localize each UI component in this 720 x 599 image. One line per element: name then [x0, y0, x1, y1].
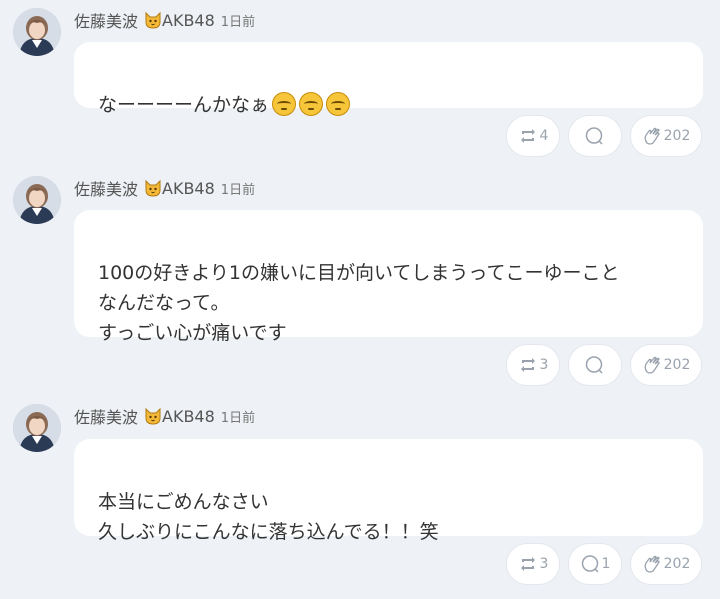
- post-time: 1日前: [220, 14, 256, 30]
- retweet-icon: [520, 358, 535, 372]
- clap-button[interactable]: 202: [630, 115, 702, 157]
- avatar[interactable]: [13, 8, 61, 56]
- retweet-icon: [520, 557, 535, 571]
- post-meta: 佐藤美波 AKB48 1日前: [74, 404, 255, 428]
- post-text: 100の好きより1の嫌いに目が向いてしまうってこーゆーこと なんだなって。 すっ…: [98, 262, 620, 344]
- clap-icon: [644, 356, 660, 374]
- clap-icon: [644, 127, 660, 145]
- pensive-face-icon: [272, 92, 297, 116]
- post-bubble: 100の好きより1の嫌いに目が向いてしまうってこーゆーこと なんだなって。 すっ…: [74, 210, 703, 344]
- post-time: 1日前: [220, 182, 256, 198]
- retweet-count: 3: [539, 357, 549, 373]
- post-meta: 佐藤美波 AKB48 1日前: [74, 8, 255, 32]
- post-bubble: なーーーーんかなぁ: [74, 42, 703, 116]
- avatar[interactable]: [13, 176, 61, 224]
- comment-icon: [585, 356, 603, 374]
- retweet-button[interactable]: 4: [506, 115, 560, 157]
- post-meta: 佐藤美波 AKB48 1日前: [74, 176, 255, 200]
- cat-face-icon: [144, 179, 162, 197]
- retweet-button[interactable]: 3: [506, 344, 560, 386]
- post-bubble: 本当にごめんなさい 久しぶりにこんなに落ち込んでる！！笑: [74, 439, 703, 543]
- post-actions: 3 202: [506, 344, 702, 386]
- avatar[interactable]: [13, 404, 61, 452]
- author-name[interactable]: 佐藤美波: [74, 8, 138, 32]
- comment-button[interactable]: [568, 115, 622, 157]
- pensive-face-icon: [299, 92, 324, 116]
- pensive-face-icon: [326, 92, 351, 116]
- retweet-count: 4: [539, 128, 549, 144]
- author-name[interactable]: 佐藤美波: [74, 404, 138, 428]
- group-name: AKB48: [162, 406, 215, 426]
- group-name: AKB48: [162, 178, 215, 198]
- post-actions: 3 1 202: [506, 543, 702, 585]
- comment-button[interactable]: [568, 344, 622, 386]
- clap-count: 202: [663, 556, 691, 572]
- clap-button[interactable]: 202: [630, 344, 702, 386]
- comment-button[interactable]: 1: [568, 543, 622, 585]
- retweet-icon: [520, 129, 535, 143]
- retweet-count: 3: [539, 556, 549, 572]
- post-text: 本当にごめんなさい 久しぶりにこんなに落ち込んでる！！笑: [98, 491, 439, 543]
- cat-face-icon: [144, 407, 162, 425]
- cat-face-icon: [144, 11, 162, 29]
- clap-button[interactable]: 202: [630, 543, 702, 585]
- retweet-button[interactable]: 3: [506, 543, 560, 585]
- comment-count: 1: [601, 556, 611, 572]
- group-name: AKB48: [162, 10, 215, 30]
- comment-icon: [585, 127, 603, 145]
- post-text: なーーーーんかなぁ: [98, 94, 270, 116]
- comment-icon: [581, 555, 599, 573]
- post-actions: 4 202: [506, 115, 702, 157]
- clap-icon: [644, 555, 660, 573]
- author-name[interactable]: 佐藤美波: [74, 176, 138, 200]
- clap-count: 202: [663, 128, 691, 144]
- clap-count: 202: [663, 357, 691, 373]
- post-time: 1日前: [220, 410, 256, 426]
